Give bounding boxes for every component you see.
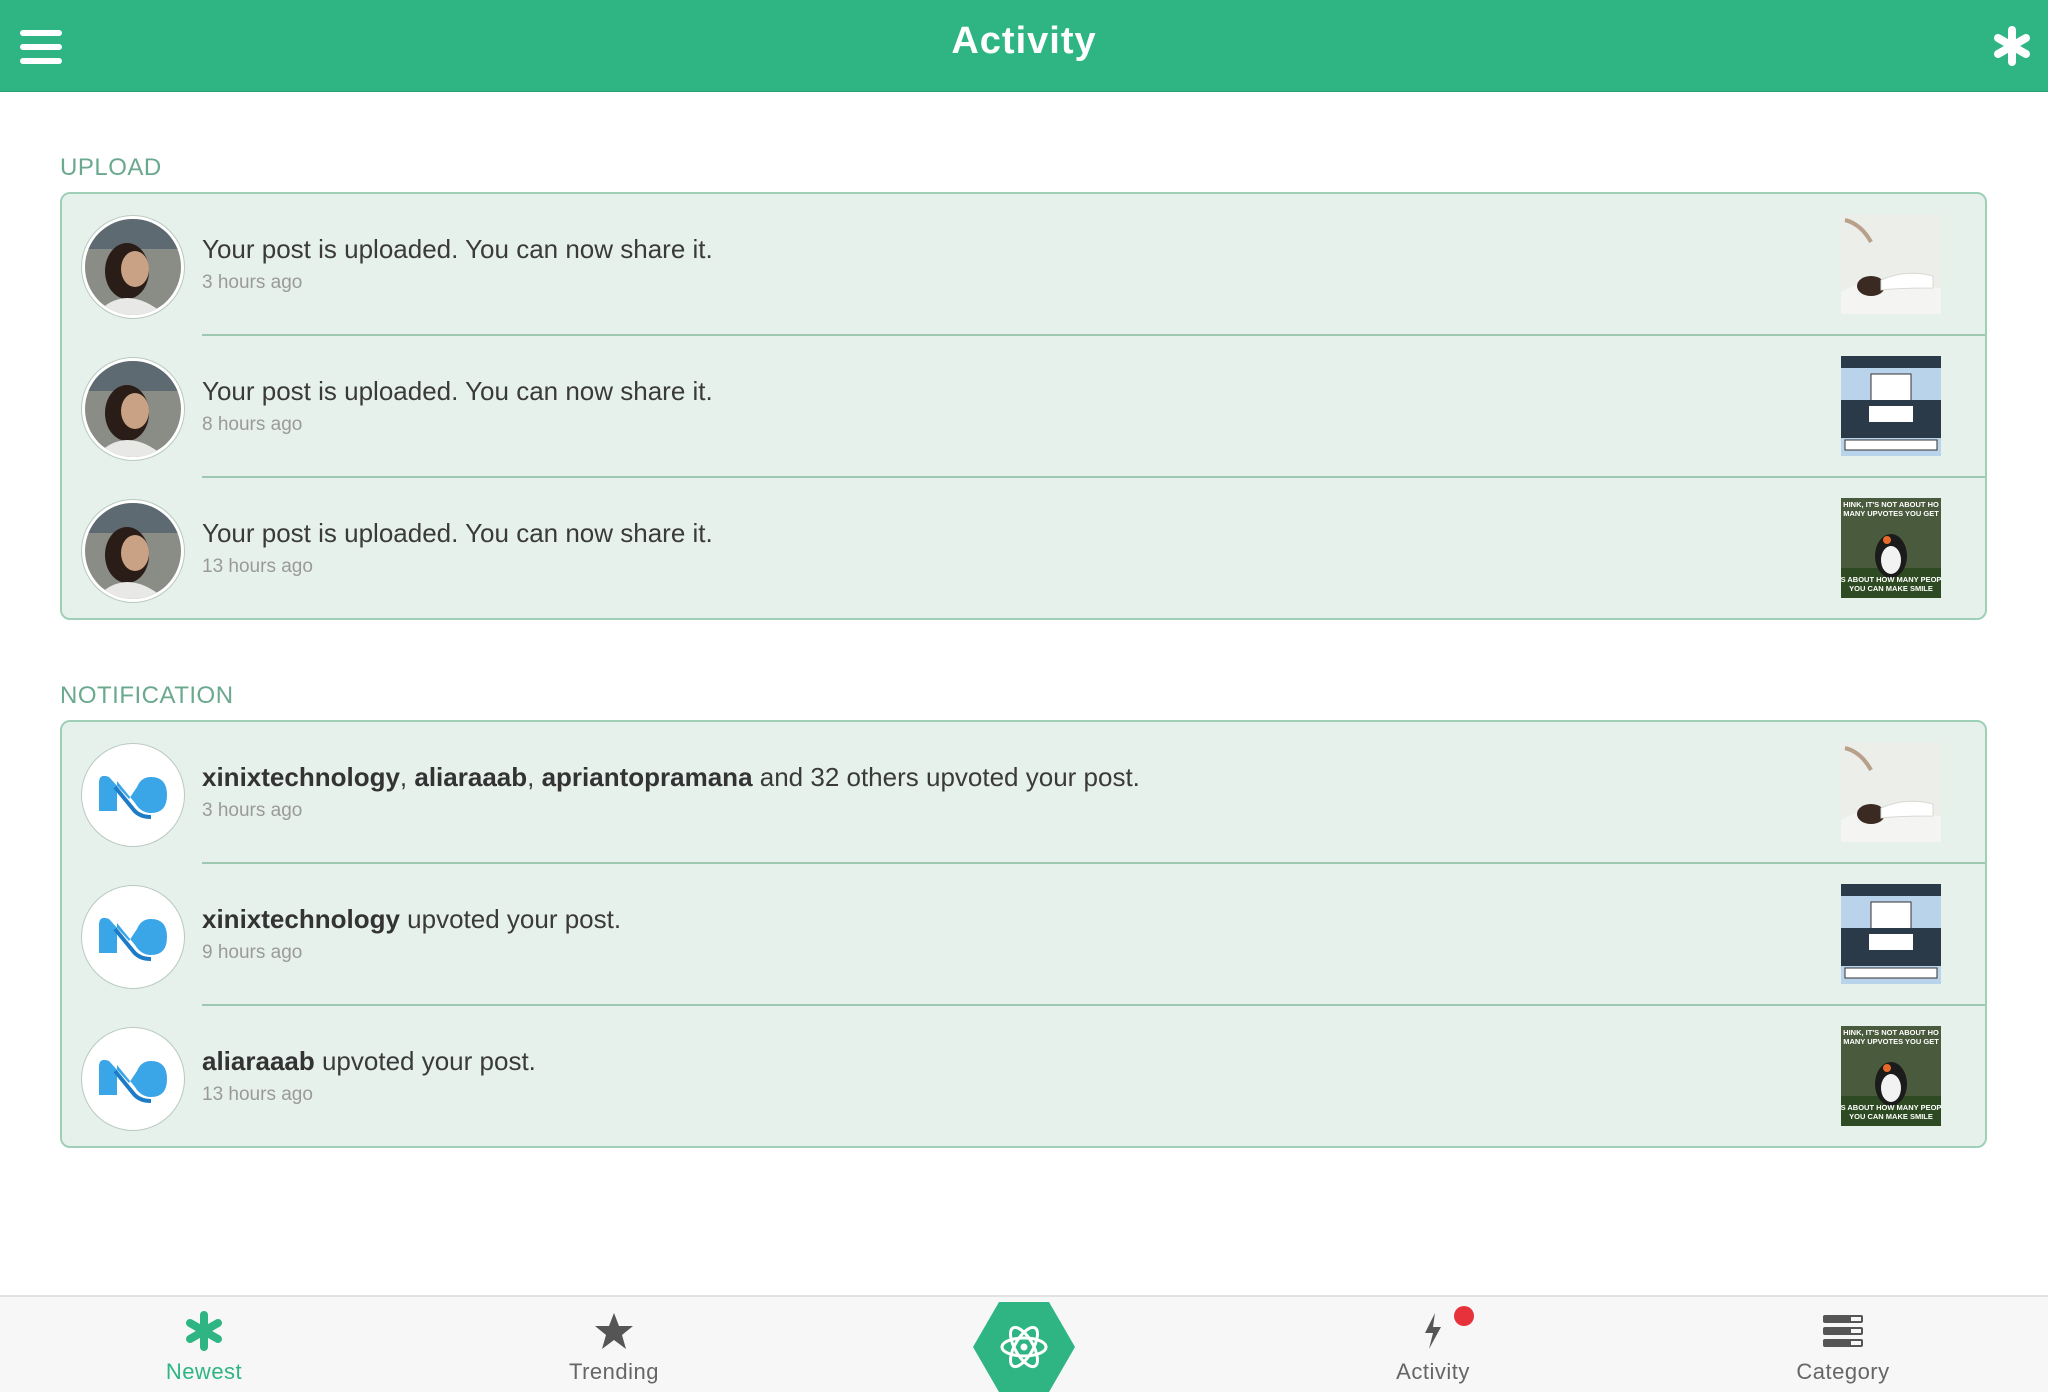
- upload-message: Your post is uploaded. You can now share…: [202, 518, 713, 548]
- avatar: [82, 216, 184, 318]
- list-item[interactable]: xinixtechnology upvoted your post. 9 hou…: [62, 864, 1985, 1006]
- meme-thumbnail[interactable]: HINK, IT'S NOT ABOUT HO MANY UPVOTES YOU …: [1841, 498, 1941, 598]
- username[interactable]: apriantopramana: [542, 762, 753, 792]
- svg-text:S ABOUT HOW MANY PEOP: S ABOUT HOW MANY PEOP: [1841, 575, 1941, 584]
- activity-notification-badge: [1454, 1306, 1474, 1326]
- timestamp: 8 hours ago: [202, 414, 303, 435]
- username[interactable]: aliaraaab: [414, 762, 527, 792]
- tab-category[interactable]: Category: [1723, 1297, 1963, 1394]
- bolt-icon: [1425, 1313, 1441, 1349]
- svg-text:HINK, IT'S NOT ABOUT HO: HINK, IT'S NOT ABOUT HO: [1843, 1028, 1939, 1037]
- timestamp: 3 hours ago: [202, 272, 303, 293]
- post-thumbnail[interactable]: [1841, 356, 1941, 456]
- svg-text:YOU CAN MAKE SMILE: YOU CAN MAKE SMILE: [1849, 584, 1933, 593]
- tab-trending[interactable]: Trending: [494, 1297, 734, 1394]
- upload-section-label: UPLOAD: [60, 154, 162, 181]
- post-thumbnail[interactable]: [1841, 884, 1941, 984]
- username[interactable]: aliaraaab: [202, 1046, 315, 1076]
- svg-text:YOU CAN MAKE SMILE: YOU CAN MAKE SMILE: [1849, 1112, 1933, 1121]
- star-icon: [595, 1313, 633, 1349]
- list-item[interactable]: xinixtechnology, aliaraaab, apriantopram…: [62, 722, 1985, 864]
- list-item[interactable]: aliaraaab upvoted your post. 13 hours ag…: [62, 1006, 1985, 1148]
- stack-icon: [1823, 1315, 1863, 1347]
- svg-text:MANY UPVOTES YOU GET: MANY UPVOTES YOU GET: [1843, 509, 1939, 518]
- timestamp: 9 hours ago: [202, 942, 303, 963]
- tab-activity[interactable]: Activity: [1313, 1297, 1553, 1394]
- svg-text:HINK, IT'S NOT ABOUT HO: HINK, IT'S NOT ABOUT HO: [1843, 500, 1939, 509]
- list-item[interactable]: Your post is uploaded. You can now share…: [62, 194, 1985, 336]
- tab-label: Newest: [165, 1359, 243, 1384]
- notification-list: xinixtechnology, aliaraaab, apriantopram…: [60, 720, 1987, 1148]
- post-thumbnail[interactable]: [1841, 214, 1941, 314]
- tab-label: Trending: [568, 1359, 659, 1384]
- list-item[interactable]: Your post is uploaded. You can now share…: [62, 336, 1985, 478]
- timestamp: 3 hours ago: [202, 800, 303, 821]
- username[interactable]: xinixtechnology: [202, 762, 400, 792]
- upload-message: Your post is uploaded. You can now share…: [202, 234, 713, 264]
- notification-message: aliaraaab upvoted your post.: [202, 1046, 536, 1076]
- asterisk-icon: [186, 1311, 222, 1351]
- notification-message: xinixtechnology, aliaraaab, apriantopram…: [202, 762, 1140, 792]
- meme-thumbnail[interactable]: HINK, IT'S NOT ABOUT HO MANY UPVOTES YOU …: [1841, 1026, 1941, 1126]
- svg-text:MANY UPVOTES YOU GET: MANY UPVOTES YOU GET: [1843, 1037, 1939, 1046]
- page-title: Activity: [951, 20, 1097, 62]
- tab-label: Category: [1796, 1359, 1890, 1384]
- upload-message: Your post is uploaded. You can now share…: [202, 376, 713, 406]
- svg-text:S ABOUT HOW MANY PEOP: S ABOUT HOW MANY PEOP: [1841, 1103, 1941, 1112]
- atom-icon[interactable]: [973, 1302, 1075, 1392]
- app-logo-avatar: [82, 886, 184, 988]
- avatar: [82, 358, 184, 460]
- timestamp: 13 hours ago: [202, 556, 313, 577]
- avatar: [82, 500, 184, 602]
- timestamp: 13 hours ago: [202, 1084, 313, 1105]
- app-logo-avatar: [82, 744, 184, 846]
- list-item[interactable]: Your post is uploaded. You can now share…: [62, 478, 1985, 620]
- notification-message: xinixtechnology upvoted your post.: [202, 904, 622, 934]
- tab-newest[interactable]: Newest: [84, 1297, 324, 1394]
- tab-label: Activity: [1396, 1359, 1470, 1384]
- upload-list: Your post is uploaded. You can now share…: [60, 192, 1987, 620]
- notification-section-label: NOTIFICATION: [60, 682, 234, 709]
- asterisk-icon[interactable]: [1992, 26, 2032, 66]
- post-thumbnail[interactable]: [1841, 742, 1941, 842]
- app-header: Activity: [0, 0, 2048, 92]
- app-logo-avatar: [82, 1028, 184, 1130]
- username[interactable]: xinixtechnology: [202, 904, 400, 934]
